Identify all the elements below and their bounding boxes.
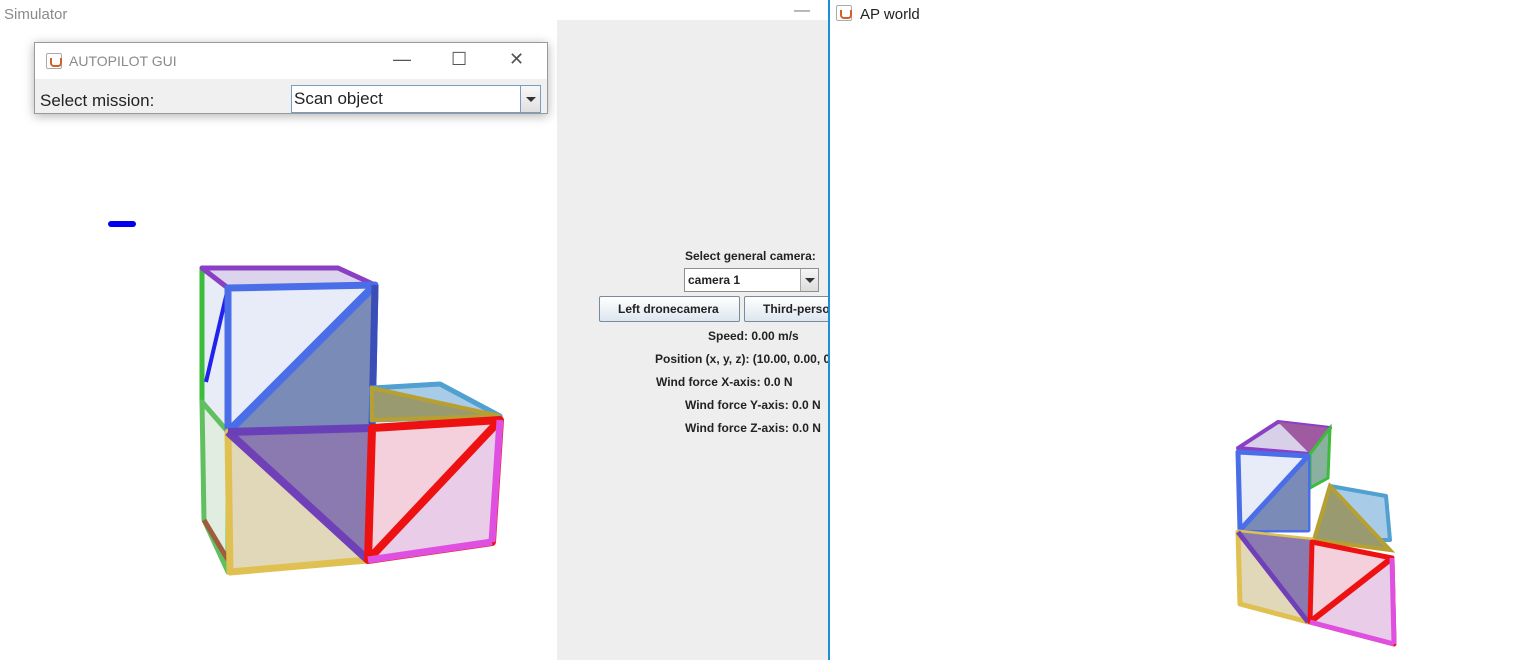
left-dronecamera-button[interactable]: Left dronecamera <box>599 296 740 322</box>
cube-scene-left <box>108 221 504 576</box>
java-icon <box>46 53 62 69</box>
maximize-button[interactable]: ☐ <box>451 49 467 70</box>
chevron-down-icon[interactable] <box>800 269 818 291</box>
simulator-3d-viewport[interactable] <box>0 20 557 660</box>
cube-scene-right[interactable] <box>830 0 1532 660</box>
wind-z-readout: Wind force Z-axis: 0.0 N <box>685 421 821 435</box>
chevron-down-icon[interactable] <box>520 86 540 112</box>
mission-select[interactable]: Scan object <box>291 85 541 113</box>
wind-y-readout: Wind force Y-axis: 0.0 N <box>685 398 821 412</box>
ap-world-window: AP world <box>828 0 1532 660</box>
camera-select-value: camera 1 <box>688 273 741 287</box>
close-button[interactable]: ✕ <box>509 49 524 70</box>
simulator-minimize-button[interactable]: — <box>794 2 810 20</box>
cube-edge <box>1389 557 1397 645</box>
position-readout: Position (x, y, z): (10.00, 0.00, 0 <box>655 352 830 366</box>
cube-bottom-left-side-face <box>199 399 231 575</box>
mission-select-value: Scan object <box>294 89 383 108</box>
autopilot-title: AUTOPILOT GUI <box>69 53 177 69</box>
autopilot-titlebar: AUTOPILOT GUI — ☐ ✕ <box>35 43 547 79</box>
third-person-button[interactable]: Third-perso <box>744 296 830 322</box>
minimize-button[interactable]: — <box>393 49 411 70</box>
mission-select-label: Select mission: <box>40 91 155 110</box>
drone-marker <box>108 221 136 227</box>
speed-readout: Speed: 0.00 m/s <box>708 329 799 343</box>
wind-x-readout: Wind force X-axis: 0.0 N <box>656 375 793 389</box>
camera-control-panel: Select general camera: camera 1 Left dro… <box>557 20 830 660</box>
autopilot-window: AUTOPILOT GUI — ☐ ✕ Select mission: Scan… <box>34 42 548 114</box>
cube-edge <box>227 424 373 436</box>
camera-select-label: Select general camera: <box>685 249 816 263</box>
camera-select[interactable]: camera 1 <box>684 268 819 292</box>
